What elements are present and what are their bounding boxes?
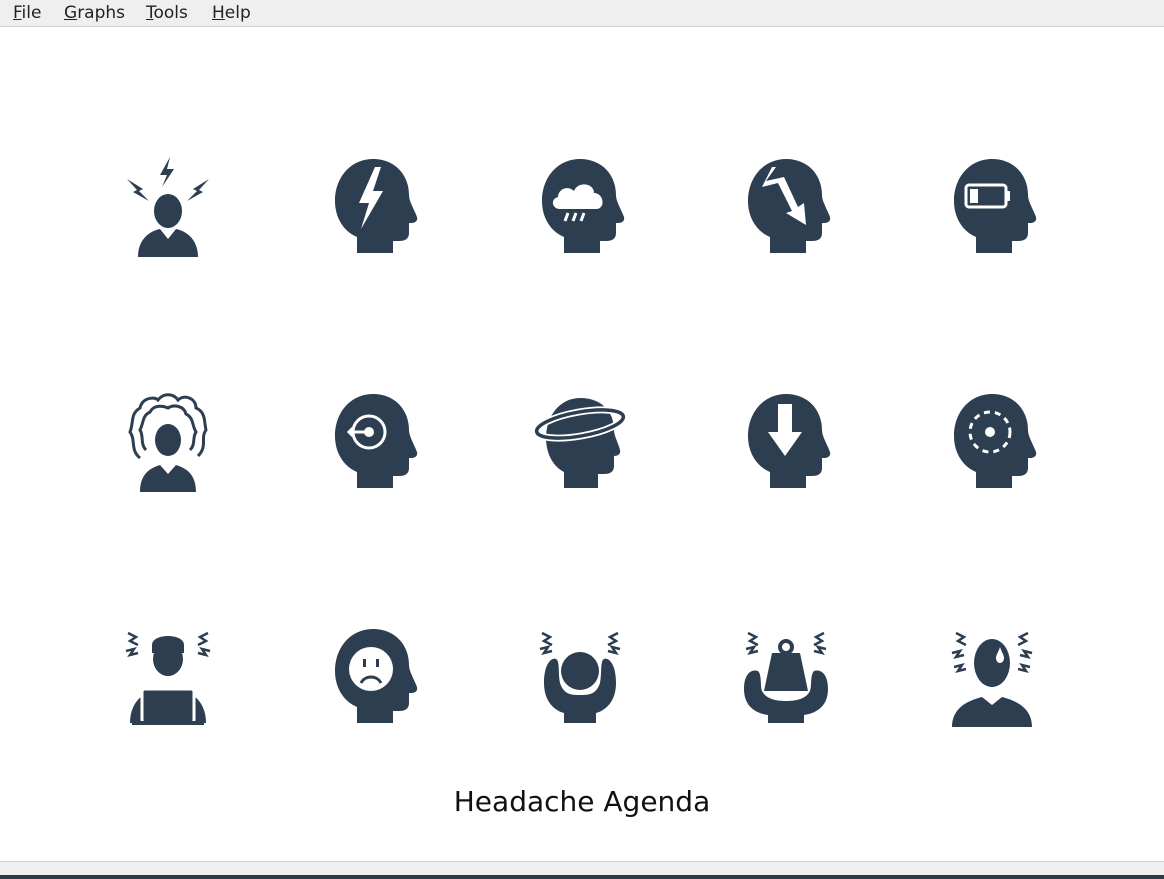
frazzled-hair-person-icon xyxy=(118,388,218,498)
window-bottom-edge xyxy=(0,875,1164,879)
menu-help-mnemonic: H xyxy=(212,3,225,23)
menu-graphs-label: raphs xyxy=(77,3,126,23)
caption-title: Headache Agenda xyxy=(453,785,711,818)
stress-lightning-person-icon xyxy=(118,153,218,263)
menu-graphs-mnemonic: G xyxy=(64,3,78,23)
head-down-arrow-icon xyxy=(736,388,836,498)
sweating-person-icon xyxy=(942,623,1042,733)
menu-file[interactable]: File xyxy=(13,3,41,23)
menu-tools[interactable]: Tools xyxy=(146,3,188,23)
head-sad-face-icon xyxy=(323,623,423,733)
head-target-icon xyxy=(323,388,423,498)
icon-canvas: Headache Agenda xyxy=(0,28,1164,861)
stressed-laptop-worker-icon xyxy=(118,623,218,733)
status-bar xyxy=(0,861,1164,875)
menu-help-label: elp xyxy=(224,3,251,23)
head-dashed-circle-icon xyxy=(942,388,1042,498)
menu-tools-label: ools xyxy=(153,3,188,23)
head-low-battery-icon xyxy=(942,153,1042,263)
head-orbit-dizzy-icon xyxy=(530,388,630,498)
head-broken-arrow-icon xyxy=(736,153,836,263)
person-holding-head-icon xyxy=(530,623,630,733)
menu-file-mnemonic: F xyxy=(13,3,22,23)
head-lightning-icon xyxy=(323,153,423,263)
head-rain-cloud-icon xyxy=(530,153,630,263)
person-holding-weight-icon xyxy=(736,623,836,733)
menu-file-label: ile xyxy=(21,3,42,23)
menu-help[interactable]: Help xyxy=(212,3,251,23)
menu-graphs[interactable]: Graphs xyxy=(64,3,125,23)
menu-bar: File Graphs Tools Help xyxy=(0,0,1164,27)
menu-tools-mnemonic: T xyxy=(146,3,154,23)
